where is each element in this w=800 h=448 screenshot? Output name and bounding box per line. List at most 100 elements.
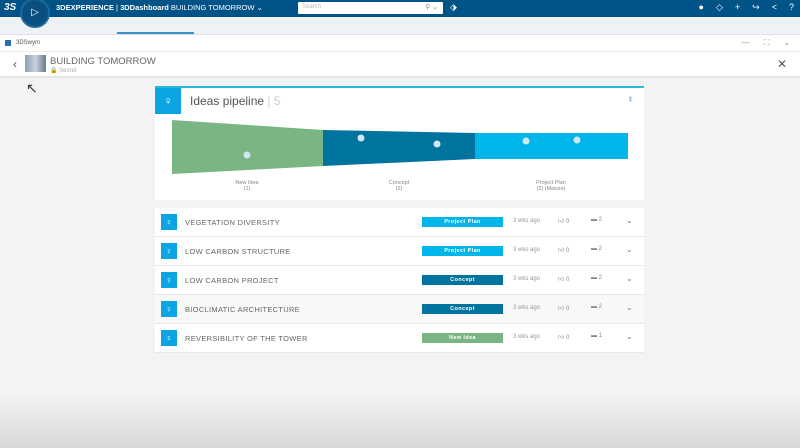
funnel-stage-0[interactable] — [172, 120, 323, 174]
visibility-label: Secret — [59, 68, 77, 74]
comment-count: 2 — [598, 246, 603, 252]
status-badge: Project Plan — [422, 246, 503, 256]
thumbs-up-icon: 👍︎ — [558, 248, 565, 254]
like-count: 0 — [565, 306, 570, 312]
like-count: 0 — [565, 248, 570, 254]
idea-dot[interactable] — [357, 134, 365, 142]
idea-row[interactable]: ♀ LOW CARBON STRUCTURE Project Plan 3 wk… — [155, 237, 644, 266]
brand: 3DEXPERIENCE — [56, 3, 114, 12]
idea-row[interactable]: ♀ REVERSIBILITY OF THE TOWER New Idea 3 … — [155, 324, 644, 353]
chevron-down-icon[interactable]: ⌄ — [626, 216, 633, 225]
chevron-down-icon[interactable]: ⌄ — [783, 38, 790, 48]
status-badge: New Idea — [422, 333, 503, 343]
mouse-cursor: ↖ — [26, 80, 38, 96]
thumbs-up-icon: 👍︎ — [558, 306, 565, 312]
chevron-down-icon[interactable]: ⌄ — [626, 303, 633, 312]
comments[interactable]: ▬ 2 — [591, 275, 602, 281]
comments[interactable]: ▬ 2 — [591, 217, 602, 223]
likes[interactable]: 👍︎ 0 — [558, 304, 569, 312]
community-title: BUILDING TOMORROW — [50, 56, 156, 67]
idea-title[interactable]: BIOCLIMATIC ARCHITECTURE — [185, 305, 300, 314]
likes[interactable]: 👍︎ 0 — [558, 275, 569, 283]
comment-count: 1 — [598, 333, 603, 339]
maximize-icon[interactable]: ⛶ — [764, 38, 770, 48]
community-thumbnail — [25, 55, 46, 72]
thumbs-up-icon: 👍︎ — [558, 335, 565, 341]
share-icon[interactable]: ↪ — [752, 2, 760, 13]
funnel-stage-2[interactable] — [475, 133, 628, 159]
like-count: 0 — [565, 335, 570, 341]
lightbulb-icon: ♀ — [161, 301, 177, 317]
chevron-down-icon[interactable]: ⌄ — [626, 332, 633, 341]
status-badge: Concept — [422, 275, 503, 285]
comment-count: 2 — [598, 217, 603, 223]
lightbulb-icon: ♀ — [161, 272, 177, 288]
lightbulb-icon: ♀ — [161, 330, 177, 346]
comment-count: 2 — [598, 304, 603, 310]
tag-icon[interactable]: ⬗ — [450, 2, 457, 13]
community-visibility: 🔒 Secret — [50, 68, 77, 74]
widget-header: 3DSwym — ⛶ ⌄ — [0, 35, 800, 52]
idea-dot[interactable] — [573, 136, 581, 144]
idea-title[interactable]: LOW CARBON PROJECT — [185, 276, 279, 285]
swym-icon — [5, 40, 11, 46]
comment-count: 2 — [598, 275, 603, 281]
add-icon[interactable]: + — [735, 2, 740, 13]
likes[interactable]: 👍︎ 0 — [558, 217, 569, 225]
stage-label: New Idea (1) — [235, 180, 259, 192]
idea-dot[interactable] — [433, 140, 441, 148]
idea-title[interactable]: REVERSIBILITY OF THE TOWER — [185, 334, 308, 343]
comment-icon: ▬ — [591, 304, 597, 310]
chevron-down-icon[interactable]: ⌄ — [626, 245, 633, 254]
thumbs-up-icon: 👍︎ — [558, 219, 565, 225]
like-count: 0 — [565, 219, 570, 225]
minimize-icon[interactable]: — — [742, 38, 750, 48]
app-name: 3DDashboard — [120, 3, 169, 12]
timestamp: 3 wks ago — [513, 247, 541, 253]
comments[interactable]: ▬ 2 — [591, 304, 602, 310]
bottom-fade — [0, 395, 800, 448]
chevron-down-icon[interactable]: ⌄ — [626, 274, 633, 283]
funnel-stage-1[interactable] — [323, 130, 475, 166]
comment-icon: ▬ — [591, 275, 597, 281]
timestamp: 3 wks ago — [513, 276, 541, 282]
timestamp: 3 wks ago — [513, 305, 541, 311]
user-avatar-icon[interactable]: ● — [699, 2, 704, 13]
comments[interactable]: ▬ 1 — [591, 333, 602, 339]
idea-dot[interactable] — [522, 137, 530, 145]
idea-title[interactable]: LOW CARBON STRUCTURE — [185, 247, 291, 256]
lightbulb-icon: ♀ — [161, 243, 177, 259]
likes[interactable]: 👍︎ 0 — [558, 333, 569, 341]
community-header: ‹ BUILDING TOMORROW 🔒 Secret ✕ — [0, 52, 800, 78]
ideas-list: ♀ VEGETATION DIVERSITY Project Plan 3 wk… — [155, 208, 644, 353]
idea-row[interactable]: ♀ BIOCLIMATIC ARCHITECTURE Concept 3 wks… — [155, 295, 644, 324]
timestamp: 3 wks ago — [513, 334, 541, 340]
close-icon[interactable]: ✕ — [777, 57, 787, 71]
search-icon[interactable]: ⚲ ⌄ — [425, 3, 438, 11]
ideas-pipeline-card: ♀ Ideas pipeline | 5 ♀ New Idea (1) Conce… — [155, 86, 644, 200]
stage-label: Project Plan (2) (Mature) — [536, 180, 566, 192]
dashboard-name: BUILDING TOMORROW — [170, 3, 255, 12]
idea-row[interactable]: ♀ VEGETATION DIVERSITY Project Plan 3 wk… — [155, 208, 644, 237]
chevron-down-icon[interactable]: ⌄ — [257, 3, 263, 12]
help-icon[interactable]: ? — [789, 2, 794, 13]
comments[interactable]: ▬ 2 — [591, 246, 602, 252]
idea-title[interactable]: VEGETATION DIVERSITY — [185, 218, 280, 227]
back-icon[interactable]: ‹ — [13, 57, 17, 71]
ds-logo[interactable]: 3S — [4, 2, 16, 13]
idea-row[interactable]: ♀ LOW CARBON PROJECT Concept 3 wks ago 👍… — [155, 266, 644, 295]
likes[interactable]: 👍︎ 0 — [558, 246, 569, 254]
search-placeholder: Search — [302, 4, 322, 10]
idea-dot[interactable] — [243, 151, 251, 159]
network-icon[interactable]: < — [772, 2, 777, 13]
thumbs-up-icon: 👍︎ — [558, 277, 565, 283]
comment-icon: ▬ — [591, 333, 597, 339]
widget-title: 3DSwym — [16, 40, 41, 46]
search-input[interactable]: Search ⚲ ⌄ — [298, 2, 443, 14]
comment-icon: ▬ — [591, 246, 597, 252]
like-count: 0 — [565, 277, 570, 283]
app-title[interactable]: 3DEXPERIENCE | 3DDashboard BUILDING TOMO… — [56, 3, 263, 12]
top-bar: 3S 3DEXPERIENCE | 3DDashboard BUILDING T… — [0, 0, 800, 17]
notification-icon[interactable]: ◇ — [716, 2, 723, 13]
active-tab[interactable] — [117, 32, 194, 34]
